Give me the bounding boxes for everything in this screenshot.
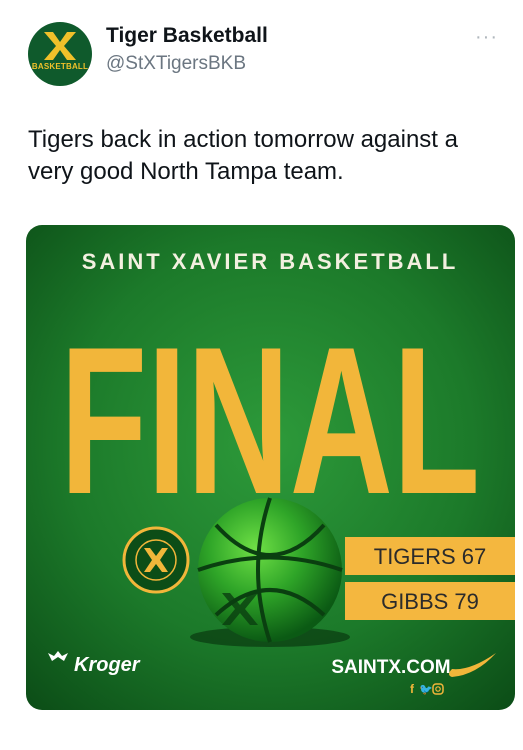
final-score-graphic: SAINT XAVIER BASKETBALL FINAL TIGERS 67	[26, 225, 515, 710]
avatar[interactable]: BASKETBALL	[28, 22, 92, 86]
website-text: SAINTX.COM	[331, 657, 450, 678]
tweet-header: BASKETBALL Tiger Basketball @StXTigersBK…	[28, 22, 498, 86]
score-away: GIBBS 79	[381, 589, 479, 614]
saint-xavier-badge	[122, 526, 190, 594]
display-name[interactable]: Tiger Basketball	[106, 24, 268, 48]
tweet-text: Tigers back in action tomorrow against a…	[28, 126, 458, 185]
score-box-away: GIBBS 79	[345, 582, 515, 620]
tweet-card[interactable]: BASKETBALL Tiger Basketball @StXTigersBK…	[0, 0, 523, 750]
sponsor-name: Kroger	[74, 654, 141, 676]
user-handle[interactable]: @StXTigersBKB	[106, 53, 246, 75]
more-options-icon[interactable]: ···	[475, 26, 498, 49]
score-box-home: TIGERS 67	[345, 537, 515, 575]
x-logo-icon	[44, 32, 76, 60]
twitter-icon: 🐦	[419, 683, 433, 696]
score-home: TIGERS 67	[374, 544, 486, 569]
graphic-top-title: SAINT XAVIER BASKETBALL	[82, 249, 459, 274]
avatar-text: BASKETBALL	[31, 62, 89, 71]
tweet-media-image[interactable]: SAINT XAVIER BASKETBALL FINAL TIGERS 67	[26, 225, 515, 710]
